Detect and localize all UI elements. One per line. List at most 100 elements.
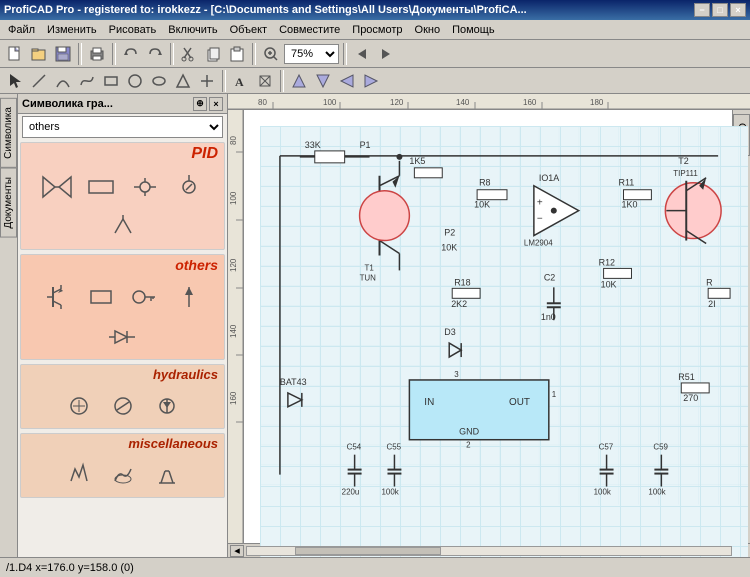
symbol-hyd1[interactable] — [59, 388, 99, 424]
canvas-drawing[interactable]: 33K P1 — [260, 126, 748, 557]
symbol-transistor[interactable] — [37, 279, 77, 315]
category-pid: PID — [20, 142, 225, 250]
svg-text:180: 180 — [590, 98, 604, 107]
symbol-valve1[interactable] — [37, 169, 77, 205]
symbol-sensor2[interactable] — [169, 169, 209, 205]
nav-left[interactable] — [351, 43, 373, 65]
svg-text:P2: P2 — [444, 228, 455, 238]
category-hydraulics-label[interactable]: hydraulics — [21, 365, 224, 384]
category-miscellaneous-symbols — [21, 453, 224, 497]
redo-button[interactable] — [144, 43, 166, 65]
category-miscellaneous: miscellaneous — [20, 433, 225, 498]
svg-text:R: R — [706, 277, 713, 287]
symbol-hyd2[interactable] — [103, 388, 143, 424]
svg-text:C55: C55 — [386, 443, 401, 452]
maximize-button[interactable]: □ — [712, 3, 728, 17]
arrow1-tool[interactable] — [288, 70, 310, 92]
cut-button[interactable] — [178, 43, 200, 65]
svg-text:A: A — [235, 75, 244, 89]
svg-text:LM2904: LM2904 — [524, 239, 553, 248]
symbol-diode[interactable] — [103, 319, 143, 355]
menu-help[interactable]: Помощь — [446, 22, 501, 38]
undo-button[interactable] — [120, 43, 142, 65]
symbol-hyd3[interactable] — [147, 388, 187, 424]
symbol-key[interactable] — [125, 279, 165, 315]
svg-text:1: 1 — [552, 390, 557, 399]
status-text: /1.D4 x=176.0 y=158.0 (0) — [6, 562, 134, 574]
svg-text:C59: C59 — [653, 443, 668, 452]
symbol-misc1[interactable] — [59, 457, 99, 493]
svg-text:100: 100 — [323, 98, 337, 107]
svg-text:1n0: 1n0 — [541, 312, 556, 322]
symbol-category-dropdown[interactable]: others — [22, 116, 223, 138]
symbol-misc3[interactable] — [147, 457, 187, 493]
svg-text:160: 160 — [229, 391, 238, 405]
symbol-arrow-up[interactable] — [169, 279, 209, 315]
menu-view[interactable]: Просмотр — [346, 22, 408, 38]
cross-tool[interactable] — [196, 70, 218, 92]
sep5 — [343, 43, 347, 65]
arrow3-tool[interactable] — [336, 70, 358, 92]
menu-object[interactable]: Объект — [224, 22, 273, 38]
polygon-tool[interactable] — [172, 70, 194, 92]
category-miscellaneous-label[interactable]: miscellaneous — [21, 434, 224, 453]
menu-edit[interactable]: Изменить — [41, 22, 103, 38]
arc-tool[interactable] — [52, 70, 74, 92]
category-others: others — [20, 254, 225, 360]
pin-tool[interactable] — [254, 70, 276, 92]
symbol-rectangle[interactable] — [81, 279, 121, 315]
select-tool[interactable] — [4, 70, 26, 92]
category-pid-label[interactable]: PID — [21, 143, 224, 165]
panel-close-button[interactable]: × — [209, 97, 223, 111]
new-button[interactable] — [4, 43, 26, 65]
canvas-area[interactable]: 80 100 120 140 160 180 — [228, 94, 750, 557]
menu-include[interactable]: Включить — [162, 22, 223, 38]
svg-text:R8: R8 — [479, 178, 490, 188]
symbol-valve2[interactable] — [81, 169, 121, 205]
tab-symbolika[interactable]: Символика — [0, 98, 17, 168]
open-button[interactable] — [28, 43, 50, 65]
svg-text:TUN: TUN — [360, 273, 377, 282]
close-button[interactable]: × — [730, 3, 746, 17]
zoom-select[interactable]: 75% 100% 50% — [284, 44, 339, 64]
tab-documents[interactable]: Документы — [0, 168, 17, 238]
scroll-thumb-h[interactable] — [295, 547, 440, 555]
svg-text:GND: GND — [459, 427, 479, 437]
circle-tool[interactable] — [124, 70, 146, 92]
panel-pin-button[interactable]: ⊕ — [193, 97, 207, 111]
ellipse-tool[interactable] — [148, 70, 170, 92]
menu-combine[interactable]: Совместите — [273, 22, 346, 38]
minimize-button[interactable]: − — [694, 3, 710, 17]
menu-file[interactable]: Файл — [2, 22, 41, 38]
symbol-sensor3[interactable] — [103, 209, 143, 245]
left-tabs: Символика Документы — [0, 94, 18, 557]
svg-text:R12: R12 — [599, 257, 615, 267]
horizontal-scrollbar[interactable]: ◂ ▸ — [228, 543, 750, 557]
symbol-sensor1[interactable] — [125, 169, 165, 205]
curve-tool[interactable] — [76, 70, 98, 92]
circuit-diagram: 33K P1 — [260, 126, 748, 557]
scroll-track-h[interactable] — [246, 546, 732, 556]
panel-header-buttons: ⊕ × — [193, 97, 223, 111]
rect-tool[interactable] — [100, 70, 122, 92]
category-others-label[interactable]: others — [21, 255, 224, 275]
scroll-left-button[interactable]: ◂ — [230, 545, 244, 557]
nav-right[interactable] — [375, 43, 397, 65]
menu-draw[interactable]: Рисовать — [103, 22, 163, 38]
symbol-grid: PID — [18, 140, 227, 557]
symbol-panel: Символика гра... ⊕ × others PID — [18, 94, 228, 557]
symbol-misc2[interactable] — [103, 457, 143, 493]
arrow2-tool[interactable] — [312, 70, 334, 92]
svg-text:−: − — [537, 214, 543, 225]
paste-button[interactable] — [226, 43, 248, 65]
menu-window[interactable]: Окно — [409, 22, 447, 38]
arrow4-tool[interactable] — [360, 70, 382, 92]
category-hydraulics-symbols — [21, 384, 224, 428]
main-layout: Символика Документы Символика гра... ⊕ ×… — [0, 94, 750, 557]
copy-button[interactable] — [202, 43, 224, 65]
print-button[interactable] — [86, 43, 108, 65]
save-button[interactable] — [52, 43, 74, 65]
line-tool[interactable] — [28, 70, 50, 92]
zoom-in-button[interactable] — [260, 43, 282, 65]
text-tool[interactable]: A — [230, 70, 252, 92]
